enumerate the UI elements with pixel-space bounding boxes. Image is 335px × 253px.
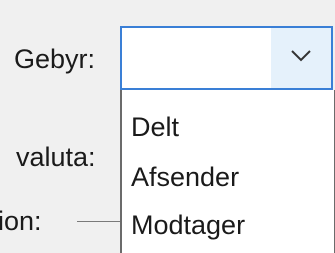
dropdown-option-afsender[interactable]: Afsender xyxy=(131,164,239,191)
fee-combobox[interactable] xyxy=(120,26,333,90)
currency-label: valuta: xyxy=(16,142,96,172)
chevron-down-icon xyxy=(290,49,312,68)
dropdown-option-delt[interactable]: Delt xyxy=(131,114,179,141)
dropdown-option-modtager[interactable]: Modtager xyxy=(131,212,245,239)
fee-label: Gebyr: xyxy=(14,44,96,74)
partial-label: ion: xyxy=(0,206,42,236)
form-panel: Gebyr: valuta: ion: Delt Afsender Modtag… xyxy=(0,0,335,253)
field-underline xyxy=(77,221,121,222)
dropdown-arrow-button[interactable] xyxy=(271,28,331,88)
fee-dropdown-list: Delt Afsender Modtager xyxy=(120,90,335,253)
